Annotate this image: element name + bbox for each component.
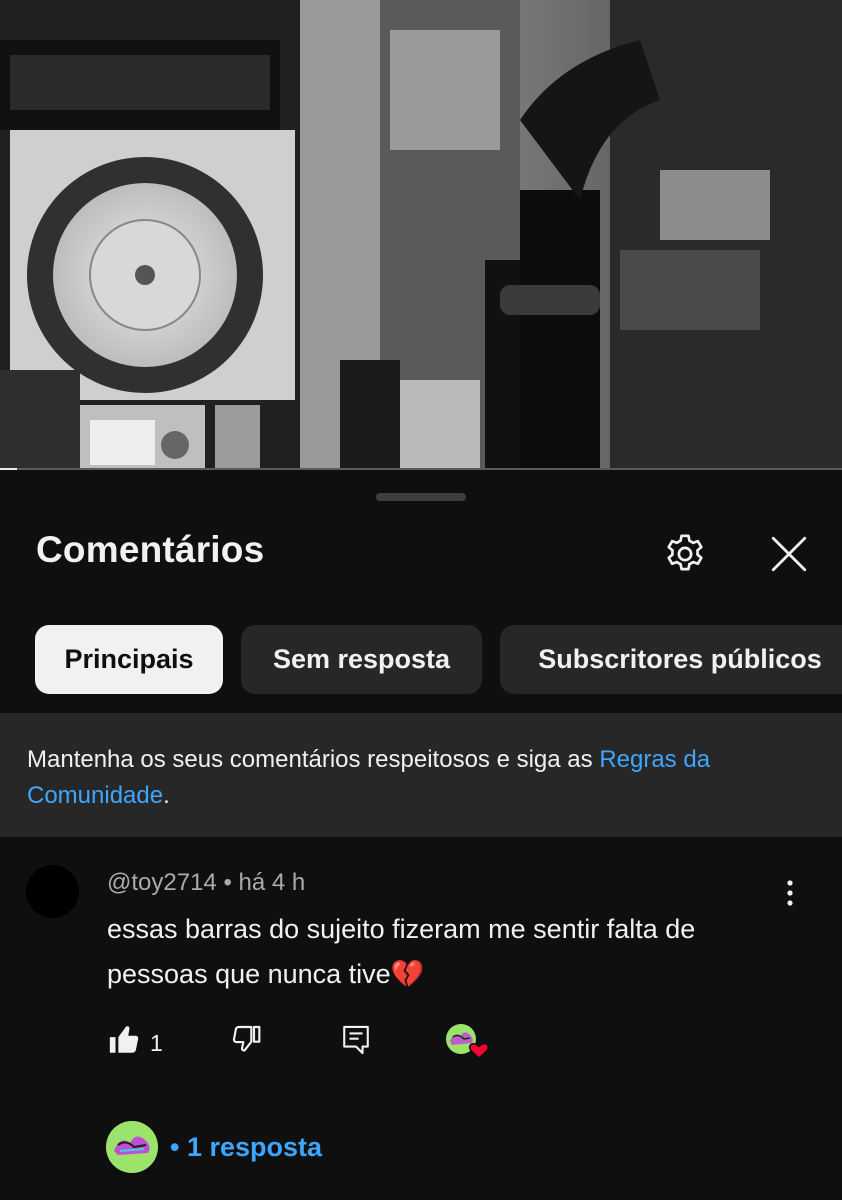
like-count: 1 xyxy=(150,1030,163,1056)
replies-count-label: • 1 resposta xyxy=(170,1131,323,1162)
sheet-title: Comentários xyxy=(36,529,265,570)
settings-button[interactable] xyxy=(655,524,715,584)
reply-icon xyxy=(343,1025,369,1055)
video-frame xyxy=(0,0,842,470)
creator-heart-badge xyxy=(444,1023,492,1063)
like-button[interactable] xyxy=(107,1023,141,1057)
close-button[interactable] xyxy=(759,524,819,584)
thumbs-down-icon xyxy=(232,1025,261,1052)
notice-suffix: . xyxy=(163,782,170,809)
comment-time: há 4 h xyxy=(238,869,306,896)
chip-principais[interactable]: Principais xyxy=(35,625,223,694)
filter-chips: Principais Sem resposta Subscritores púb… xyxy=(35,625,842,694)
video-progress-fill xyxy=(0,468,17,470)
avatar[interactable] xyxy=(26,865,79,918)
comment-author[interactable]: @toy2714 xyxy=(107,869,217,896)
comment-meta: @toy2714 • há 4 h xyxy=(107,869,305,897)
creator-avatar xyxy=(106,1121,158,1173)
creator-heart-icon xyxy=(446,1024,490,1060)
comment-text: essas barras do sujeito fizeram me senti… xyxy=(107,914,696,989)
reply-button[interactable] xyxy=(340,1023,372,1057)
comments-sheet: Comentários Principais Sem resposta Subs… xyxy=(0,474,842,1200)
gear-icon xyxy=(667,534,703,571)
dislike-button[interactable] xyxy=(230,1023,262,1055)
close-icon xyxy=(771,536,807,572)
notice-text: Mantenha os seus comentários respeitosos… xyxy=(27,746,600,773)
video-player[interactable] xyxy=(0,0,842,470)
comment-thread: @toy2714 • há 4 h essas barras do sujeit… xyxy=(0,837,842,1200)
video-progress-bar[interactable] xyxy=(0,468,842,470)
more-vertical-icon xyxy=(787,880,793,906)
view-replies-button[interactable]: • 1 resposta xyxy=(106,1121,323,1173)
drag-handle[interactable] xyxy=(376,493,466,501)
chip-subscritores-publicos[interactable]: Subscritores públicos xyxy=(500,625,842,694)
thumbs-up-icon xyxy=(109,1026,139,1053)
meta-separator: • xyxy=(216,869,239,896)
chip-sem-resposta[interactable]: Sem resposta xyxy=(241,625,482,694)
creator-logo-icon xyxy=(106,1121,158,1173)
community-notice: Mantenha os seus comentários respeitosos… xyxy=(0,713,842,837)
